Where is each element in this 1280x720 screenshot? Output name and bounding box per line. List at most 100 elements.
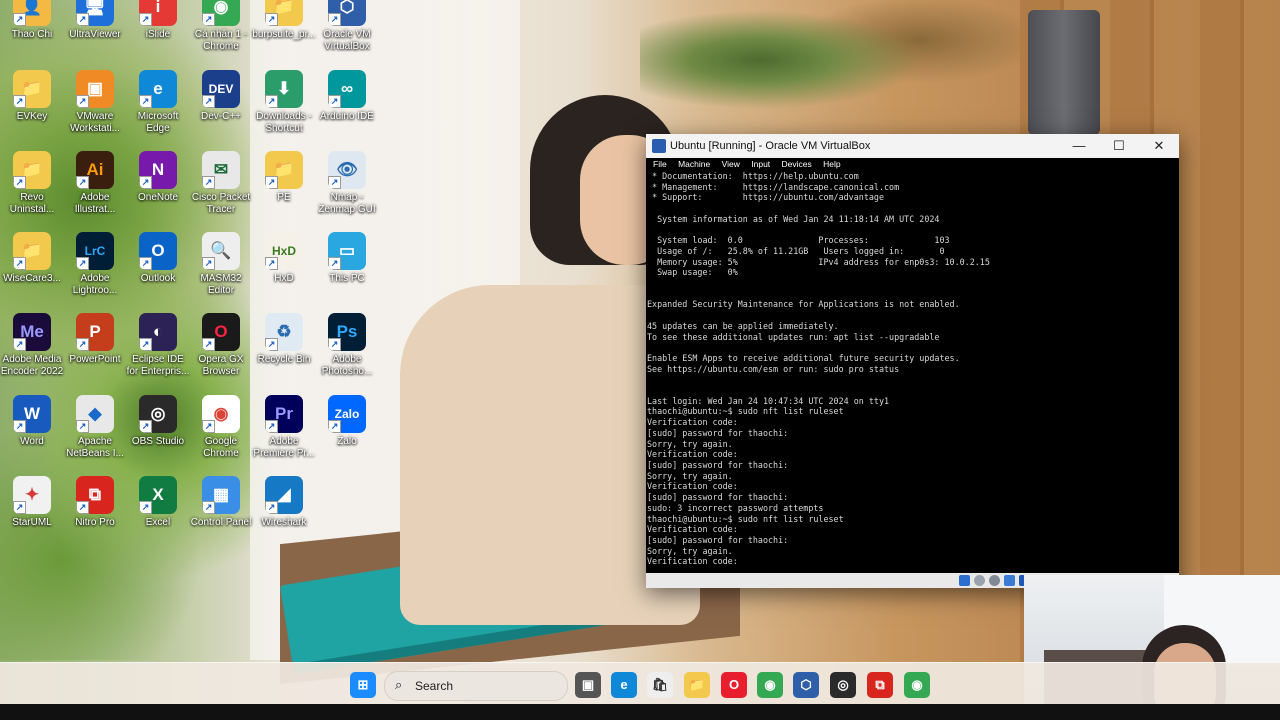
menu-view[interactable]: View (722, 159, 740, 169)
folder-icon: 📁 ↗ (13, 151, 51, 189)
optical-drive-status-icon[interactable] (974, 575, 985, 586)
desktop-icon-powerpoint[interactable]: P ↗ PowerPoint (59, 313, 131, 366)
desktop-icon-wisecare[interactable]: 📁 ↗ WiseCare3... (0, 232, 68, 285)
desktop-icon-label: Adobe Illustrat... (74, 192, 116, 215)
shortcut-arrow-icon: ↗ (139, 257, 152, 270)
desktop-icon-downloads[interactable]: ⬇ ↗ Downloads - Shortcut (248, 70, 320, 135)
desktop-icon-word[interactable]: W ↗ Word (0, 395, 68, 448)
obs-icon[interactable]: ◎ (830, 672, 856, 698)
taskbar-search[interactable]: ⌕ Search (384, 671, 568, 701)
desktop-icon-label: Wireshark (261, 517, 307, 528)
desktop-icon-ultraviewer[interactable]: 🖥 ↗ UltraViewer (59, 0, 131, 41)
menu-help[interactable]: Help (823, 159, 840, 169)
desktop-icon-mediaencoder[interactable]: Me ↗ Adobe Media Encoder 2022 (0, 313, 68, 378)
shortcut-arrow-icon: ↗ (265, 420, 278, 433)
menu-input[interactable]: Input (751, 159, 770, 169)
audio-status-icon[interactable] (989, 575, 1000, 586)
desktop-icon-staruml[interactable]: ✦ ↗ StarUML (0, 476, 68, 529)
network-status-icon[interactable] (1004, 575, 1015, 586)
desktop-icon-burpsuite[interactable]: 📁 ↗ burpsuite_pr... (248, 0, 320, 41)
shortcut-arrow-icon: ↗ (265, 176, 278, 189)
desktop-icon-thispc[interactable]: ▭ ↗ This PC (311, 232, 383, 285)
desktop-icon-onenote[interactable]: N ↗ OneNote (122, 151, 194, 204)
opera-icon[interactable]: O (721, 672, 747, 698)
desktop-icon-pe[interactable]: 📁 ↗ PE (248, 151, 320, 204)
nitro-pro-icon[interactable]: ⧉ (867, 672, 893, 698)
zalo-icon: Zalo ↗ (328, 395, 366, 433)
task-view-icon[interactable]: ▣ (575, 672, 601, 698)
desktop-icon-masm[interactable]: 🔍 ↗ MASM32 Editor (185, 232, 257, 297)
menu-devices[interactable]: Devices (782, 159, 812, 169)
storage-status-icon[interactable] (959, 575, 970, 586)
desktop-icon-label: Recycle Bin (257, 354, 311, 365)
downloads-folder-icon: ⬇ ↗ (265, 70, 303, 108)
desktop-icon-label: Opera GX Browser (198, 354, 244, 377)
desktop-icon-hxd[interactable]: HxD ↗ HxD (248, 232, 320, 285)
desktop-icon-lightroom[interactable]: LrC ↗ Adobe Lightroo... (59, 232, 131, 297)
desktop-icon-revo[interactable]: 📁 ↗ Revo Uninstal... (0, 151, 68, 216)
desktop-icon-chrome-canhan[interactable]: ◉ ↗ Cá nhân 1 - Chrome (185, 0, 257, 53)
menu-file[interactable]: File (653, 159, 667, 169)
desktop-icon-devcpp[interactable]: DEV ↗ Dev-C++ (185, 70, 257, 123)
desktop-icon-outlook[interactable]: O ↗ Outlook (122, 232, 194, 285)
desktop-icon-label: Arduino IDE (320, 111, 374, 122)
desktop-icon-label: Cá nhân 1 - Chrome (194, 29, 248, 52)
desktop-icon-vmware[interactable]: ▣ ↗ VMware Workstati... (59, 70, 131, 135)
desktop-icon-nmap[interactable]: 👁 ↗ Nmap - Zenmap GUI (311, 151, 383, 216)
shortcut-arrow-icon: ↗ (265, 13, 278, 26)
file-explorer-icon[interactable]: 📁 (684, 672, 710, 698)
desktop-icon-label: Adobe Photosho... (321, 354, 373, 377)
desktop-icon-eclipse[interactable]: ◐ ↗ Eclipse IDE for Enterpris... (122, 313, 194, 378)
menu-machine[interactable]: Machine (678, 159, 710, 169)
chrome-icon[interactable]: ◉ (757, 672, 783, 698)
microsoft-store-icon[interactable]: 🛍 (647, 672, 673, 698)
desktop-icon-thaochi[interactable]: 👤 ↗ Thao Chi (0, 0, 68, 41)
desktop-icon-operagx[interactable]: O ↗ Opera GX Browser (185, 313, 257, 378)
desktop-icon-zalo[interactable]: Zalo ↗ Zalo (311, 395, 383, 448)
desktop-icon-premiere[interactable]: Pr ↗ Adobe Premiere Pr... (248, 395, 320, 460)
desktop-icon-controlpanel[interactable]: ▦ ↗ Control Panel (185, 476, 257, 529)
desktop-icon-chrome[interactable]: ◉ ↗ Google Chrome (185, 395, 257, 460)
obs-icon: ◎ ↗ (139, 395, 177, 433)
desktop-icon-label: Adobe Lightroo... (72, 273, 118, 296)
desktop-icon-arduino[interactable]: ∞ ↗ Arduino IDE (311, 70, 383, 123)
desktop-icon-label: Eclipse IDE for Enterpris... (126, 354, 190, 377)
desktop-icon-label: Microsoft Edge (137, 111, 179, 134)
vm-terminal[interactable]: * Documentation: https://help.ubuntu.com… (646, 171, 1179, 573)
edge-icon[interactable]: e (611, 672, 637, 698)
desktop-icon-label: Downloads - Shortcut (256, 111, 312, 134)
maximize-button[interactable]: ☐ (1099, 134, 1139, 158)
desktop-icon-virtualbox[interactable]: ⬡ ↗ Oracle VM VirtualBox (311, 0, 383, 53)
chrome-icon: ◉ ↗ (202, 0, 240, 26)
desktop-icon-packettracer[interactable]: ✉ ↗ Cisco Packet Tracer (185, 151, 257, 216)
desktop-icon-nitro[interactable]: ⧉ ↗ Nitro Pro (59, 476, 131, 529)
shortcut-arrow-icon: ↗ (13, 176, 26, 189)
virtualbox-icon[interactable]: ⬡ (793, 672, 819, 698)
shortcut-arrow-icon: ↗ (13, 338, 26, 351)
wallpaper-vase (1028, 10, 1100, 135)
chrome-icon[interactable]: ◉ (904, 672, 930, 698)
shortcut-arrow-icon: ↗ (76, 176, 89, 189)
desktop-icon-illustrator[interactable]: Ai ↗ Adobe Illustrat... (59, 151, 131, 216)
minimize-button[interactable]: — (1059, 134, 1099, 158)
windows-start-icon[interactable]: ⊞ (350, 672, 376, 698)
window-titlebar[interactable]: Ubuntu [Running] - Oracle VM VirtualBox … (646, 134, 1179, 158)
word-icon: W ↗ (13, 395, 51, 433)
desktop-icon-netbeans[interactable]: ◆ ↗ Apache NetBeans I... (59, 395, 131, 460)
desktop-icon-islide[interactable]: i ↗ iSlide (122, 0, 194, 41)
shortcut-arrow-icon: ↗ (76, 95, 89, 108)
desktop-icon-wireshark[interactable]: ◢ ↗ Wireshark (248, 476, 320, 529)
close-button[interactable]: ✕ (1139, 134, 1179, 158)
desktop-icon-edge[interactable]: e ↗ Microsoft Edge (122, 70, 194, 135)
desktop-icon-photoshop[interactable]: Ps ↗ Adobe Photosho... (311, 313, 383, 378)
shortcut-arrow-icon: ↗ (139, 338, 152, 351)
desktop-icon-evkey[interactable]: 📁 ↗ EVKey (0, 70, 68, 123)
desktop-icon-excel[interactable]: X ↗ Excel (122, 476, 194, 529)
window-title: Ubuntu [Running] - Oracle VM VirtualBox (670, 140, 871, 152)
desktop-icon-label: WiseCare3... (3, 273, 61, 284)
desktop-icon-obs[interactable]: ◎ ↗ OBS Studio (122, 395, 194, 448)
folder-icon: 📁 ↗ (13, 70, 51, 108)
virtualbox-window[interactable]: Ubuntu [Running] - Oracle VM VirtualBox … (646, 134, 1179, 588)
desktop-icon-label: OBS Studio (131, 436, 185, 447)
desktop-icon-recyclebin[interactable]: ♻ ↗ Recycle Bin (248, 313, 320, 366)
